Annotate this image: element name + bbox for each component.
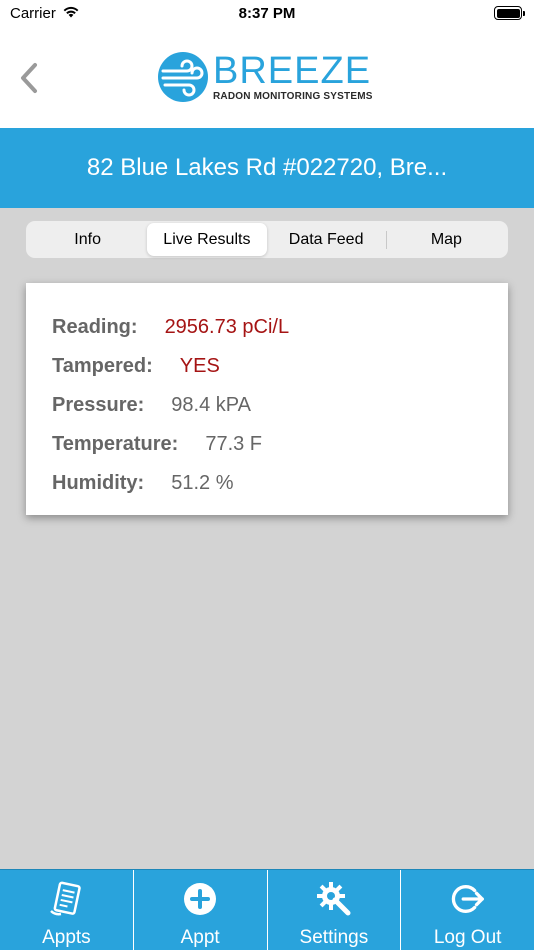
address-banner: 82 Blue Lakes Rd #022720, Bre... [0,128,534,208]
tampered-label: Tampered: [52,355,153,377]
tab-label: Info [74,230,101,248]
address-title: 82 Blue Lakes Rd #022720, Bre... [86,154,448,181]
humidity-label: Humidity: [52,472,145,494]
logout-icon [450,880,486,918]
temperature-label: Temperature: [52,433,179,455]
tab-bar-label: Log Out [433,927,502,948]
logo-title: BREEZE [213,49,372,92]
reading-value: 2956.73 pCi/L [164,316,290,338]
tampered-value: YES [179,355,220,377]
tab-label: Map [430,230,462,248]
temperature-value: 77.3 F [205,433,263,455]
live-results-card: Reading: 2956.73 pCi/L Tampered: YES Pre… [26,283,508,515]
tab-bar-label: Settings [299,927,369,948]
pressure-value: 98.4 kPA [171,394,251,416]
humidity-value: 51.2 % [171,472,234,494]
tab-bar-logout[interactable]: Log Out [401,870,534,950]
back-button[interactable] [14,56,44,100]
tab-data-feed[interactable]: Data Feed [267,223,386,256]
segmented-control: Info Live Results Data Feed Map [26,221,508,258]
battery-icon [494,6,525,20]
pressure-label: Pressure: [52,394,145,416]
tab-live-results[interactable]: Live Results [147,223,267,256]
logo-subtitle: RADON MONITORING SYSTEMS [213,90,373,102]
plus-circle-icon [182,880,218,918]
tab-label: Live Results [163,230,251,248]
chevron-left-icon [21,63,37,93]
app-header: BREEZE RADON MONITORING SYSTEMS [0,30,534,128]
pressure-row: Pressure: 98.4 kPA [52,386,482,425]
tab-bar-appt[interactable]: Appt [134,870,268,950]
temperature-row: Temperature: 77.3 F [52,425,482,464]
humidity-row: Humidity: 51.2 % [52,464,482,503]
tab-bar-settings[interactable]: Settings [268,870,402,950]
tab-bar-appts[interactable]: Appts [0,870,134,950]
tab-label: Data Feed [288,230,364,248]
tab-bar-label: Appt [180,927,220,948]
reading-row: Reading: 2956.73 pCi/L [52,308,482,347]
tab-map[interactable]: Map [387,223,506,256]
wind-logo-icon [158,52,208,102]
gear-wrench-icon [316,880,352,918]
tab-info[interactable]: Info [28,223,147,256]
tampered-row: Tampered: YES [52,347,482,386]
document-icon [48,880,84,918]
tab-bar-label: Appts [42,927,91,948]
reading-label: Reading: [52,316,138,338]
bottom-tab-bar: Appts Appt Settings Log Out [0,869,534,950]
status-bar: Carrier 8:37 PM [0,0,534,30]
status-time: 8:37 PM [238,5,296,22]
brand-logo: BREEZE RADON MONITORING SYSTEMS [157,50,373,104]
